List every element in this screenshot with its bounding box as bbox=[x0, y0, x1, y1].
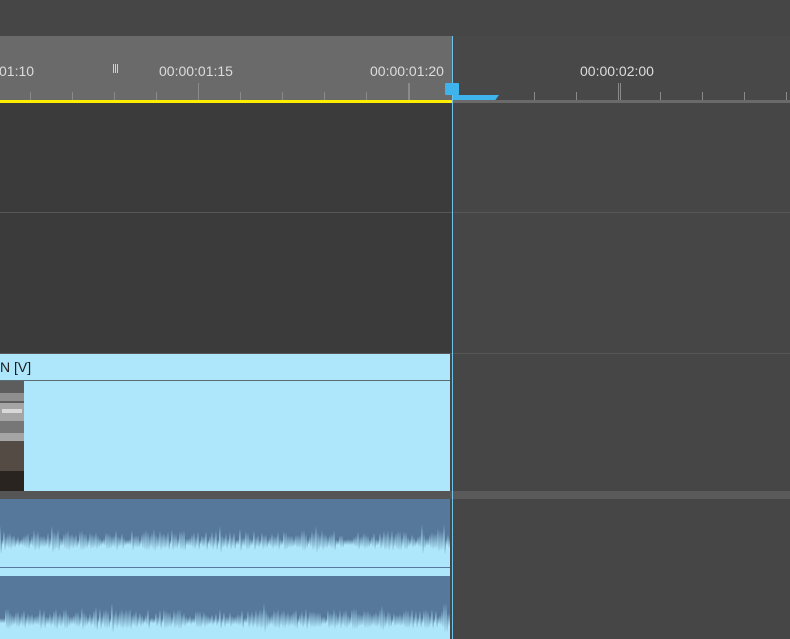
ruler-tick bbox=[240, 92, 241, 100]
audio-clip-channel-2[interactable] bbox=[0, 576, 450, 639]
marker-icon[interactable] bbox=[113, 64, 119, 73]
ruler-tick bbox=[618, 83, 619, 100]
track-group-divider-right bbox=[453, 491, 790, 499]
video-track-3-empty[interactable] bbox=[453, 103, 790, 212]
audio-waveform bbox=[0, 524, 450, 560]
playhead-line[interactable] bbox=[452, 36, 453, 639]
ruler-tick bbox=[366, 92, 367, 100]
video-track-3[interactable] bbox=[0, 103, 453, 212]
video-clip-thumbnail bbox=[0, 381, 24, 491]
video-track-1-empty[interactable] bbox=[453, 354, 790, 491]
video-track-2[interactable] bbox=[0, 213, 453, 353]
audio-waveform bbox=[0, 602, 450, 639]
ruler-tick-major bbox=[409, 83, 410, 100]
ruler-tick bbox=[576, 92, 577, 100]
ruler-tick bbox=[114, 92, 115, 100]
ruler-tick bbox=[744, 92, 745, 100]
video-clip-header[interactable] bbox=[0, 354, 450, 380]
ruler-tick bbox=[534, 92, 535, 100]
video-clip-label: N [V] bbox=[0, 359, 32, 375]
video-track-2-empty[interactable] bbox=[453, 213, 790, 353]
waveform-shape bbox=[0, 524, 450, 560]
ruler-tick bbox=[660, 92, 661, 100]
ruler-tick bbox=[324, 92, 325, 100]
ruler-tick bbox=[786, 92, 787, 100]
timeline-top-strip bbox=[0, 0, 790, 36]
audio-track-empty[interactable] bbox=[453, 499, 790, 639]
ruler-tick bbox=[156, 92, 157, 100]
ruler-tick bbox=[702, 92, 703, 100]
ruler-tick bbox=[72, 92, 73, 100]
ruler-tick-major bbox=[198, 83, 199, 100]
timecode-label: 01:10 bbox=[0, 63, 35, 79]
ruler-tick-major bbox=[620, 83, 621, 100]
playhead-position-indicator bbox=[453, 95, 499, 100]
video-clip[interactable] bbox=[0, 381, 450, 491]
audio-clip-channel-1[interactable] bbox=[0, 499, 450, 560]
audio-channel-divider bbox=[0, 560, 450, 576]
timecode-label: 00:00:02:00 bbox=[580, 63, 654, 79]
timecode-label: 00:00:01:20 bbox=[370, 63, 444, 79]
ruler-tick bbox=[30, 92, 31, 100]
waveform-shape bbox=[0, 602, 450, 639]
ruler-tick bbox=[282, 92, 283, 100]
timeline-panel[interactable]: { "ruler": { "timecodes": ["01:10", "00:… bbox=[0, 0, 790, 639]
playhead-handle-icon[interactable] bbox=[445, 83, 459, 95]
timecode-label: 00:00:01:15 bbox=[159, 63, 233, 79]
